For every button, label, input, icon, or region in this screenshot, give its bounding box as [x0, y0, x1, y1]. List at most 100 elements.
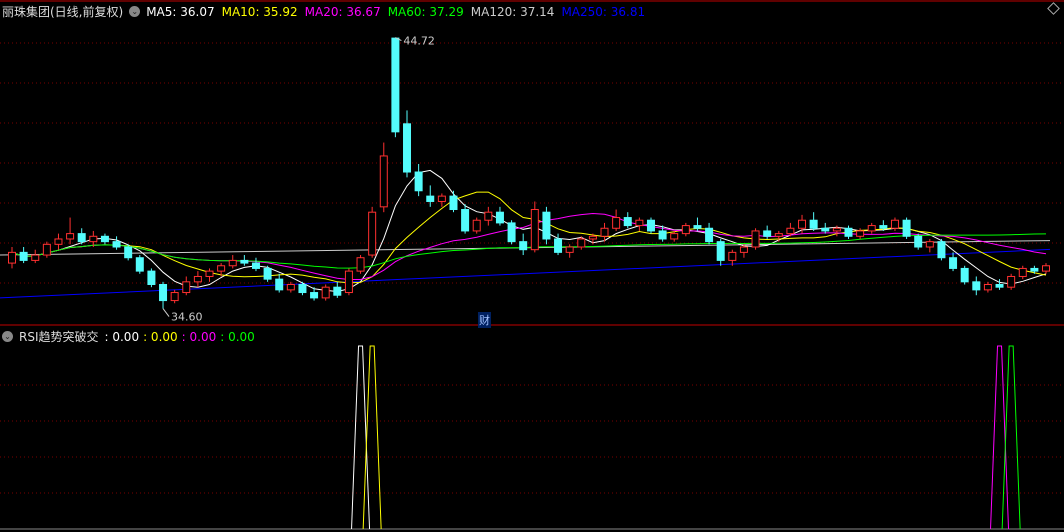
candle-body: [623, 217, 632, 227]
indicator-value: : 0.00: [220, 329, 255, 344]
candle-body: [751, 230, 760, 248]
candle-body: [600, 227, 609, 237]
candle-body: [821, 227, 830, 232]
candle-body: [798, 219, 807, 229]
candle-body: [890, 219, 899, 229]
candle-body: [310, 292, 319, 299]
candle-body: [159, 284, 168, 302]
candle-body: [763, 230, 772, 237]
candle-body: [147, 270, 156, 286]
candle-body: [658, 230, 667, 240]
candle-body: [461, 209, 470, 232]
candle-body: [205, 270, 214, 277]
candle-body: [728, 251, 737, 261]
candle-body: [344, 270, 353, 294]
candle-body: [379, 155, 388, 208]
candle-body: [507, 222, 516, 243]
candle-body: [321, 286, 330, 299]
candle-body: [716, 241, 725, 261]
candle-body: [867, 225, 876, 232]
candle-body: [263, 267, 272, 280]
candle-body: [298, 284, 307, 294]
candle-body: [333, 286, 342, 296]
candle-body: [66, 233, 75, 240]
candle-body: [182, 281, 191, 294]
candle-body: [774, 233, 783, 237]
candle-body: [112, 241, 121, 248]
candle-body: [914, 235, 923, 248]
candle-body: [925, 241, 934, 248]
ma-label: MA60: 37.29: [387, 4, 464, 19]
candle-body: [937, 241, 946, 259]
candle-body: [124, 246, 133, 259]
candle-body: [437, 195, 446, 202]
candle-body: [31, 254, 40, 261]
candle-body: [786, 227, 795, 235]
candle-body: [356, 257, 365, 272]
chart-title: 丽珠集团(日线,前复权): [2, 5, 124, 19]
ma-line-20: [11, 212, 1047, 280]
candle-body: [693, 225, 702, 229]
candle-body: [612, 217, 621, 229]
candle-body: [565, 246, 574, 253]
candle-body: [1007, 275, 1016, 288]
candle-body: [89, 235, 98, 243]
candle-body: [1042, 265, 1050, 272]
min-pointer: [162, 308, 170, 317]
candle-body: [170, 292, 179, 302]
candle-body: [809, 219, 818, 229]
candle-body: [449, 195, 458, 211]
chevron-down-icon[interactable]: ⌄: [2, 331, 13, 342]
indicator-value: : 0.00: [104, 329, 140, 344]
finance-marker[interactable]: 财: [478, 312, 491, 328]
candle-body: [995, 284, 1004, 288]
candle-body: [949, 257, 958, 269]
candle-body: [705, 227, 714, 243]
candle-body: [135, 257, 144, 272]
candle-body: [368, 211, 377, 256]
candle-body: [495, 211, 504, 224]
candle-body: [635, 219, 644, 227]
min-price-label: 34.60: [171, 311, 203, 324]
candle-body: [960, 267, 969, 283]
candle-body: [902, 219, 911, 237]
candle-body: [193, 275, 202, 283]
candle-body: [8, 251, 16, 264]
ma-line-ma250: [0, 248, 1051, 299]
candle-body: [844, 227, 853, 237]
candle-body: [879, 225, 888, 229]
candle-body: [275, 278, 284, 291]
candle-body: [217, 265, 226, 272]
candle-body: [426, 195, 435, 202]
chevron-down-icon[interactable]: ⌄: [129, 6, 141, 17]
candle-body: [554, 238, 563, 253]
candle-body: [542, 211, 551, 240]
candle-body: [19, 251, 28, 261]
candle-body: [414, 171, 423, 192]
candle-body: [588, 235, 597, 240]
stock-chart[interactable]: 44.72 34.60: [0, 0, 1064, 532]
candle-body: [739, 246, 748, 253]
candle-body: [391, 37, 400, 133]
candle-body: [54, 238, 63, 245]
indicator-title: RSI趋势突破交: [19, 330, 99, 344]
candle-body: [577, 238, 586, 248]
candle-body: [240, 259, 249, 264]
candle-body: [972, 281, 981, 291]
candle-body: [251, 262, 260, 269]
candle-body: [832, 227, 841, 232]
indicator-legend: ⌄ RSI趋势突破交 : 0.00: 0.00: 0.00: 0.00: [2, 328, 255, 345]
indicator-value: : 0.00: [181, 329, 217, 344]
candle-body: [1030, 267, 1039, 272]
candle-body: [286, 284, 295, 291]
candle-body: [42, 243, 51, 256]
ma-label: MA120: 37.14: [470, 4, 555, 19]
ma-label: MA20: 36.67: [304, 4, 381, 19]
ma-label: MA10: 35.92: [221, 4, 298, 19]
candle-body: [681, 225, 690, 235]
candle-body: [228, 259, 237, 267]
candle-body: [484, 211, 493, 221]
main-legend: 丽珠集团(日线,前复权) ⌄ MA5: 36.07 MA10: 35.92 MA20…: [2, 3, 645, 20]
candle-body: [983, 284, 992, 291]
ma-line-10: [11, 191, 1047, 284]
